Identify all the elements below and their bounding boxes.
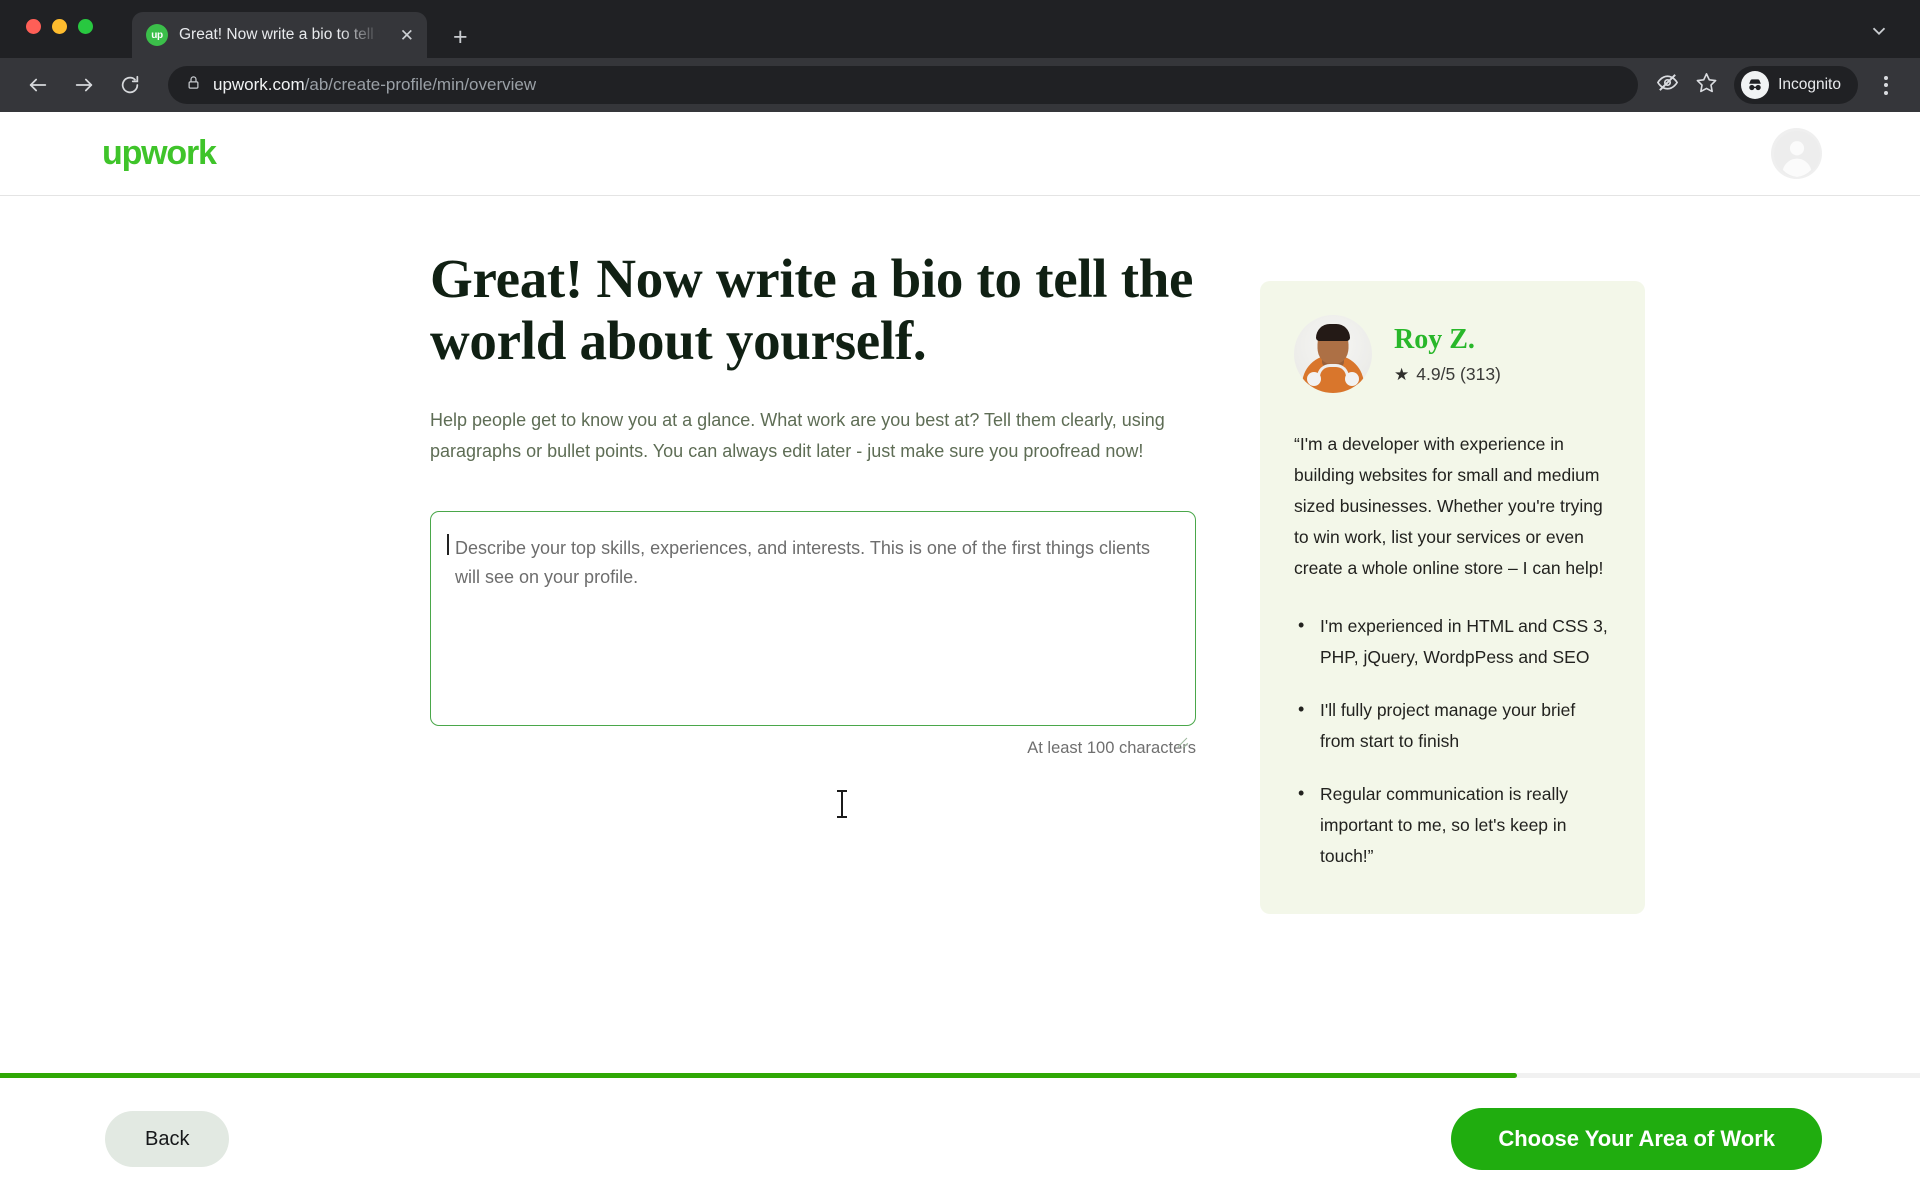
close-tab-icon[interactable]: ✕ [397, 24, 417, 47]
footer-actions: Back Choose Your Area of Work [0, 1078, 1920, 1200]
back-button[interactable]: Back [105, 1111, 230, 1167]
bio-textarea-wrapper: At least 100 characters [430, 510, 1196, 758]
testimonial-card: Roy Z. ★ 4.9/5 (313) “I'm a developer wi… [1260, 281, 1645, 914]
star-icon: ★ [1394, 364, 1410, 384]
page-title: Great! Now write a bio to tell the world… [430, 248, 1194, 372]
chevron-down-icon[interactable] [1868, 20, 1890, 47]
list-item: Regular communication is really importan… [1294, 778, 1609, 872]
text-caret [447, 533, 449, 555]
incognito-profile-button[interactable]: Incognito [1734, 66, 1858, 104]
testimonial-quote: “I'm a developer with experience in buil… [1294, 434, 1604, 578]
page-subtext: Help people get to know you at a glance.… [430, 410, 1165, 461]
upwork-logo[interactable]: upwork [102, 134, 217, 173]
tab-title: Great! Now write a bio to tell th [179, 26, 386, 43]
browser-tab[interactable]: up Great! Now write a bio to tell th ✕ [132, 12, 427, 58]
rating-text: 4.9/5 (313) [1416, 363, 1501, 384]
testimonial-header: Roy Z. ★ 4.9/5 (313) [1294, 315, 1609, 393]
incognito-label: Incognito [1778, 76, 1841, 93]
url-text: upwork.com/ab/create-profile/min/overvie… [213, 75, 536, 95]
testimonial-name: Roy Z. [1394, 323, 1475, 355]
choose-area-of-work-button[interactable]: Choose Your Area of Work [1451, 1108, 1822, 1170]
page-footer: Back Choose Your Area of Work [0, 1073, 1920, 1200]
browser-window: up Great! Now write a bio to tell th ✕ + [0, 0, 1920, 1200]
browser-tab-strip: up Great! Now write a bio to tell th ✕ + [0, 0, 1920, 58]
bio-form-column: Great! Now write a bio to tell the world… [430, 248, 1200, 914]
incognito-icon [1741, 71, 1770, 99]
testimonial-identity: Roy Z. ★ 4.9/5 (313) [1394, 324, 1501, 385]
toolbar-icons: Incognito [1656, 66, 1898, 104]
list-item: I'm experienced in HTML and CSS 3, PHP, … [1294, 610, 1609, 673]
reload-icon[interactable] [110, 65, 150, 105]
status-badge: ★ 4.9/5 (313) [1394, 364, 1501, 385]
bio-input[interactable] [430, 510, 1196, 726]
address-bar[interactable]: upwork.com/ab/create-profile/min/overvie… [168, 66, 1639, 104]
testimonial-bullet-list: I'm experienced in HTML and CSS 3, PHP, … [1294, 610, 1609, 872]
forward-navigation-icon[interactable] [64, 65, 104, 105]
close-window-button[interactable] [26, 19, 41, 34]
url-path: /ab/create-profile/min/overview [304, 75, 537, 94]
avatar[interactable] [1771, 128, 1822, 179]
window-traffic-lights [26, 19, 93, 34]
new-tab-button[interactable]: + [453, 25, 468, 50]
minimize-window-button[interactable] [52, 19, 67, 34]
upwork-favicon-icon: up [146, 24, 168, 46]
eye-off-icon[interactable] [1656, 71, 1679, 99]
lock-icon [186, 75, 201, 95]
browser-toolbar: upwork.com/ab/create-profile/min/overvie… [0, 58, 1920, 112]
maximize-window-button[interactable] [78, 19, 93, 34]
page-viewport: upwork Great! Now write a bio to tell th… [0, 112, 1920, 1200]
testimonial-avatar-photo [1294, 315, 1372, 393]
url-host: upwork.com [213, 75, 305, 94]
back-navigation-icon[interactable] [18, 65, 58, 105]
character-hint: At least 100 characters [1027, 738, 1196, 757]
kebab-menu-icon[interactable] [1874, 70, 1898, 101]
upwork-site-header: upwork [0, 112, 1920, 196]
star-icon[interactable] [1695, 71, 1718, 99]
page-content: Great! Now write a bio to tell the world… [0, 196, 1920, 914]
list-item: I'll fully project manage your brief fro… [1294, 694, 1609, 757]
